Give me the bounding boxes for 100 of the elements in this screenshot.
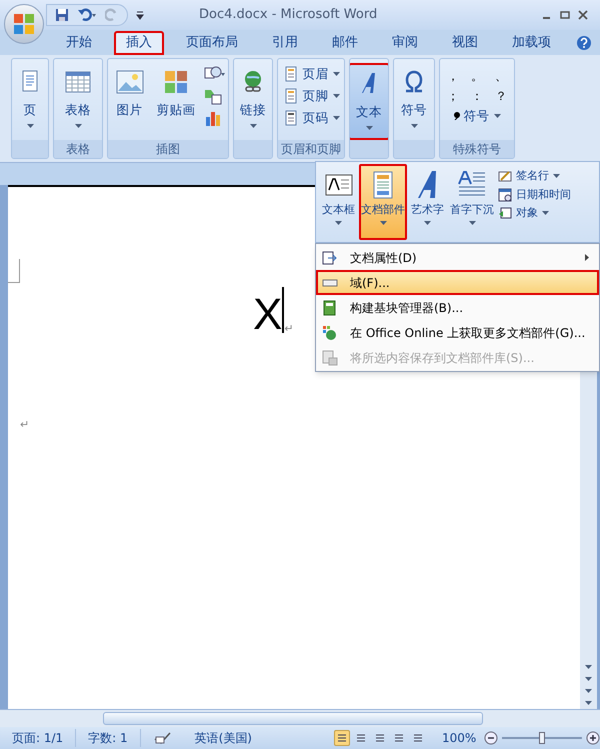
symbol-button[interactable]: ， [445,67,461,85]
gallery-small-button[interactable]: 签名行 [498,168,571,184]
save-selection-icon [322,350,338,366]
gallery-button[interactable]: 首字下沉 [448,164,496,240]
caret-icon [26,124,34,128]
horizontal-scrollbar[interactable] [0,709,600,727]
view-button[interactable] [334,730,350,746]
group-label: 页眉和页脚 [281,141,341,158]
gallery-small-button[interactable]: 日期和时间 [498,186,571,203]
menu-item[interactable]: 构建基块管理器(B)... [316,295,599,320]
group-label: 特殊符号 [453,141,501,158]
save-icon[interactable] [55,8,69,22]
ribbon-tab[interactable]: 页面布局 [174,31,250,55]
symbol-button[interactable]: ； [445,87,461,105]
zoom-slider-thumb[interactable] [539,732,546,744]
caret-icon [410,124,418,128]
group-label-bar [234,140,272,158]
symbol-menu-button[interactable]: 符号 [454,107,500,126]
group-label: 表格 [66,141,90,158]
caret-icon [335,220,342,224]
ribbon-button[interactable]: 页 [12,63,48,132]
document-text: X [253,293,282,337]
view-icon [337,733,347,743]
ribbon-tab[interactable]: 邮件 [320,31,370,55]
ribbon-tab[interactable]: 开始 [54,31,104,55]
zoom-out-icon[interactable] [484,731,498,745]
view-icon [375,733,385,743]
gallery-button[interactable]: 艺术字 [409,164,446,240]
undo-icon[interactable] [77,8,97,22]
caret-icon [494,114,500,118]
symbol-button[interactable]: ？ [493,87,509,105]
ribbon-tab[interactable]: 引用 [260,31,310,55]
pen-icon [498,169,512,184]
zoom-level[interactable]: 100% [442,729,476,747]
view-icon [356,733,366,743]
object-icon [498,206,512,220]
ribbon-tab[interactable]: 插入 [114,31,164,55]
ribbon-tab[interactable]: 加载项 [500,31,563,55]
ribbon-button[interactable]: 图片 [110,63,148,132]
group-label-bar [394,140,434,158]
caret-icon [332,94,340,98]
symbol-button[interactable]: 。 [469,67,485,85]
caret-icon [332,72,340,76]
caret-icon [542,211,549,216]
globe-icon [322,324,338,340]
dot-icon [454,112,460,120]
caret-icon [74,124,82,128]
ribbon-button[interactable]: 链接 [234,63,272,132]
window-title: Doc4.docx - Microsoft Word [199,6,378,24]
menu-item[interactable]: 域(F)... [316,270,599,295]
paragraph-mark: ↵ [284,320,294,336]
ribbon-tab[interactable]: 视图 [440,31,490,55]
paragraph-mark: ↵ [20,417,30,433]
caret-icon [380,220,386,224]
ribbon-small-button[interactable]: 页码 [282,108,340,128]
properties-icon [322,250,338,266]
ribbon-tab[interactable]: 审阅 [380,31,430,55]
page-count[interactable]: 页面: 1/1 [0,729,76,747]
menu-item[interactable]: 在 Office Online 上获取更多文档部件(G)... [316,320,599,345]
caret-icon [366,126,372,130]
gallery-button[interactable]: 文档部件 [359,164,407,240]
page-icon [282,110,298,126]
ribbon-button[interactable]: 符号 [395,63,433,132]
maximize-icon[interactable] [560,10,570,20]
caret-icon [332,116,340,120]
ribbon-small-button[interactable]: 页脚 [282,86,340,106]
page-icon [282,88,298,104]
select-browse-object-icon [585,689,592,693]
next-page-icon [585,701,592,705]
help-icon[interactable] [576,35,592,51]
book-icon [322,300,338,316]
close-icon[interactable] [578,10,588,20]
gallery-button[interactable]: 文本框 [320,164,357,240]
word-count[interactable]: 字数: 1 [76,729,141,747]
zoom-in-icon[interactable] [586,731,600,745]
smartart-icon[interactable] [204,87,222,105]
caret-icon [424,220,431,224]
symbol-button[interactable]: 、 [493,67,509,85]
ribbon-button[interactable]: 剪贴画 [152,63,200,132]
page-icon [282,66,298,82]
caret-icon [553,174,560,178]
symbol-button[interactable]: ： [469,87,485,105]
group-label-bar [350,140,388,158]
ribbon-button[interactable]: 表格 [59,63,97,132]
view-icon [394,733,404,743]
proofing-icon[interactable] [152,731,171,745]
scroll-down-icon [585,665,592,669]
customize-toolbar-icon[interactable] [136,10,144,20]
gallery-small-button[interactable]: 对象 [498,205,571,222]
group-label-bar [12,140,48,158]
menu-item[interactable]: 文档属性(D) [316,245,599,270]
language-label[interactable]: 英语(美国) [182,729,264,747]
ribbon-small-button[interactable]: 页眉 [282,65,340,84]
previous-page-icon [585,677,592,681]
ribbon-button[interactable]: 文本 [350,63,388,140]
caret-icon [468,220,476,224]
group-label: 插图 [156,141,180,158]
submenu-arrow-icon [585,254,589,261]
bar-chart-icon[interactable] [204,109,222,127]
caret-icon [250,124,256,128]
